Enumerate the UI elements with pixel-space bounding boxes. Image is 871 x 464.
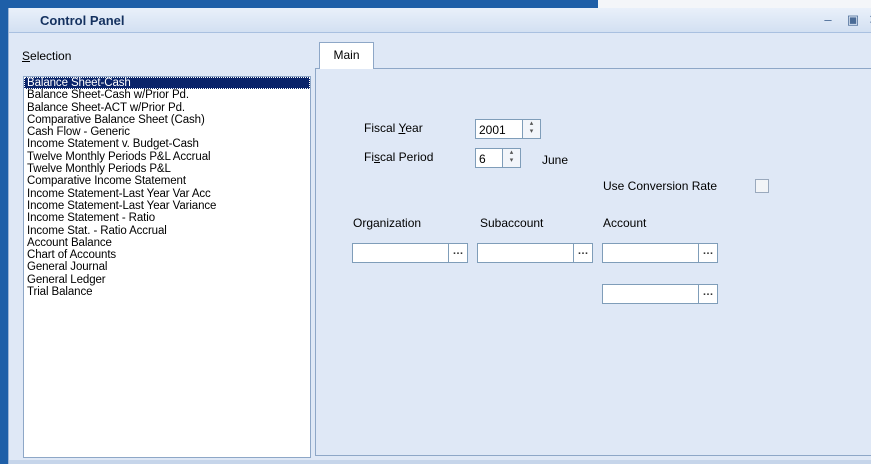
- tab-area: Main Fiscal Year 2001 ▴ ▾ Fiscal Period …: [315, 42, 871, 456]
- list-item[interactable]: Income Statement v. Budget-Cash: [24, 138, 310, 150]
- main-panel: Fiscal Year 2001 ▴ ▾ Fiscal Period 6 ▴ ▾…: [315, 68, 871, 456]
- tab-main[interactable]: Main: [319, 42, 374, 69]
- report-list[interactable]: Balance Sheet-Cash Balance Sheet-Cash w/P…: [23, 76, 311, 458]
- selection-label-accel: S: [22, 49, 31, 63]
- account-header: Account: [603, 216, 647, 230]
- list-item[interactable]: Income Stat. - Ratio Accrual: [24, 225, 310, 237]
- fiscal-period-spin-buttons[interactable]: ▴ ▾: [502, 149, 520, 167]
- control-panel-window: Control Panel ‒ ▣ ✕ Selection Balance Sh…: [8, 8, 871, 464]
- ellipsis-icon[interactable]: …: [573, 244, 592, 262]
- use-conversion-rate-label: Use Conversion Rate: [603, 179, 718, 193]
- subaccount-field[interactable]: …: [477, 243, 593, 263]
- window-title: Control Panel: [40, 13, 125, 28]
- use-conversion-rate-checkbox[interactable]: [755, 179, 769, 193]
- desktop-strip-light: [598, 0, 871, 8]
- title-bar[interactable]: Control Panel ‒ ▣ ✕: [9, 8, 871, 33]
- list-item[interactable]: Income Statement - Ratio: [24, 212, 310, 224]
- list-item[interactable]: Twelve Monthly Periods P&L: [24, 163, 310, 175]
- fiscal-period-label: Fiscal Period: [364, 150, 434, 164]
- spin-up-icon[interactable]: ▴: [503, 149, 520, 157]
- fiscal-period-value: 6: [479, 152, 486, 166]
- minimize-icon[interactable]: ‒: [820, 12, 836, 28]
- spin-down-icon[interactable]: ▾: [523, 128, 540, 136]
- ellipsis-icon[interactable]: …: [448, 244, 467, 262]
- fiscal-year-label: Fiscal Year: [364, 121, 423, 135]
- list-item[interactable]: Trial Balance: [24, 286, 310, 298]
- list-item[interactable]: Comparative Income Statement: [24, 175, 310, 187]
- organization-header: Organization: [353, 216, 422, 230]
- status-strip: [9, 460, 871, 464]
- selection-label: Selection: [22, 49, 71, 63]
- selection-label-rest: election: [30, 49, 72, 63]
- list-item[interactable]: Income Statement-Last Year Variance: [24, 200, 310, 212]
- fiscal-year-stepper[interactable]: 2001 ▴ ▾: [475, 119, 541, 139]
- list-item[interactable]: Cash Flow - Generic: [24, 126, 310, 138]
- spin-down-icon[interactable]: ▾: [503, 157, 520, 165]
- tab-main-label: Main: [333, 48, 360, 62]
- close-icon[interactable]: ✕: [866, 12, 871, 28]
- list-item[interactable]: General Journal: [24, 261, 310, 273]
- fiscal-period-stepper[interactable]: 6 ▴ ▾: [475, 148, 521, 168]
- list-item[interactable]: Chart of Accounts: [24, 249, 310, 261]
- fiscal-period-month: June: [542, 153, 569, 167]
- spin-up-icon[interactable]: ▴: [523, 120, 540, 128]
- list-item[interactable]: Twelve Monthly Periods P&L Accrual: [24, 151, 310, 163]
- list-item[interactable]: Balance Sheet-Cash: [24, 77, 310, 90]
- account-field[interactable]: …: [602, 243, 718, 263]
- fiscal-year-spin-buttons[interactable]: ▴ ▾: [522, 120, 540, 138]
- list-item[interactable]: General Ledger: [24, 274, 310, 286]
- subaccount-header: Subaccount: [480, 216, 544, 230]
- list-item[interactable]: Balance Sheet-ACT w/Prior Pd.: [24, 102, 310, 114]
- organization-field[interactable]: …: [352, 243, 468, 263]
- list-item[interactable]: Comparative Balance Sheet (Cash): [24, 114, 310, 126]
- list-item[interactable]: Income Statement-Last Year Var Acc: [24, 188, 310, 200]
- restore-icon[interactable]: ▣: [845, 12, 861, 28]
- ellipsis-icon[interactable]: …: [698, 244, 717, 262]
- fiscal-year-value: 2001: [479, 123, 506, 137]
- account-field-2[interactable]: …: [602, 284, 718, 304]
- ellipsis-icon[interactable]: …: [698, 285, 717, 303]
- list-item[interactable]: Account Balance: [24, 237, 310, 249]
- list-item[interactable]: Balance Sheet-Cash w/Prior Pd.: [24, 89, 310, 101]
